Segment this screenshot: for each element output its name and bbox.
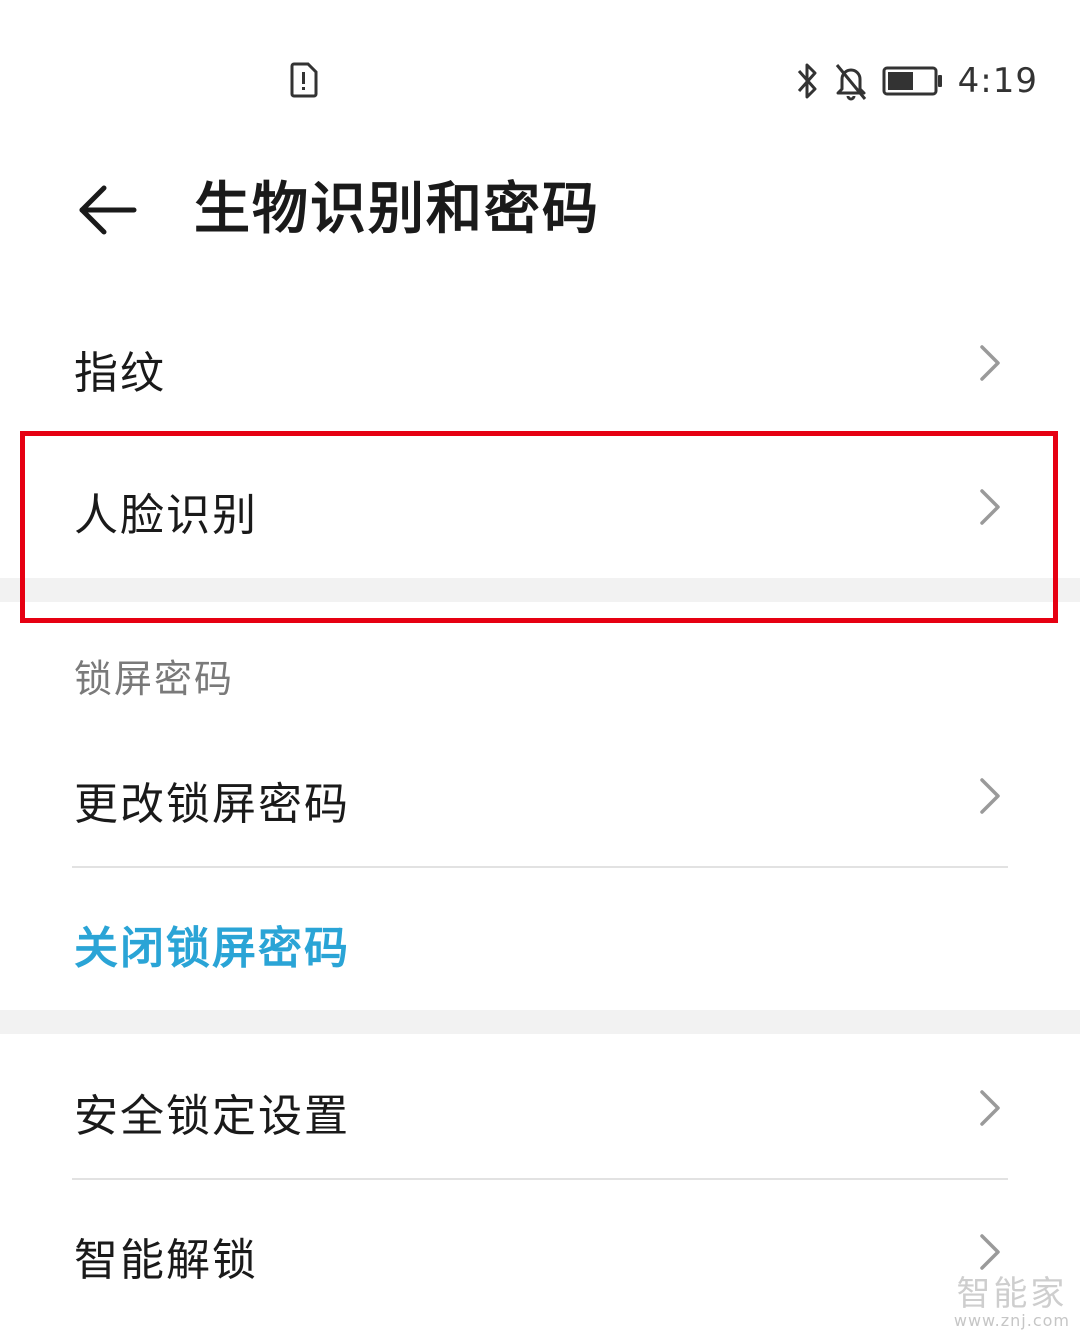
list-item-face-recognition[interactable]: 人脸识别 xyxy=(0,437,1080,577)
list-item-label: 更改锁屏密码 xyxy=(74,779,350,830)
status-icons: 4:19 xyxy=(796,58,1038,104)
sim-alert-icon xyxy=(290,62,318,98)
divider xyxy=(72,866,1008,868)
status-bar: 4:19 xyxy=(0,0,1080,160)
section-gap xyxy=(0,1010,1080,1034)
list-item-security-lock-settings[interactable]: 安全锁定设置 xyxy=(0,1040,1080,1178)
bell-off-icon xyxy=(835,64,866,101)
chevron-right-icon xyxy=(980,1234,1000,1270)
app-header: 生物识别和密码 xyxy=(0,160,1080,270)
list-item-smart-unlock[interactable]: 智能解锁 xyxy=(0,1182,1080,1322)
watermark-text: 智能家 xyxy=(956,1274,1068,1314)
list-item-label: 指纹 xyxy=(74,348,166,399)
arrow-left-icon[interactable] xyxy=(76,184,138,236)
battery-icon xyxy=(882,66,942,96)
chevron-right-icon xyxy=(980,1090,1000,1126)
list-item-fingerprint[interactable]: 指纹 xyxy=(0,295,1080,430)
disable-lock-password-link[interactable]: 关闭锁屏密码 xyxy=(74,912,350,976)
list-item-disable-lock-password[interactable]: 关闭锁屏密码 xyxy=(0,870,1080,1008)
list-item-label: 智能解锁 xyxy=(74,1235,258,1286)
section-gap xyxy=(0,578,1080,602)
watermark: 智能家 www.znj.com xyxy=(954,1276,1070,1330)
page-title: 生物识别和密码 xyxy=(194,177,600,242)
chevron-right-icon xyxy=(980,345,1000,381)
chevron-right-icon xyxy=(980,489,1000,525)
bluetooth-icon xyxy=(797,63,817,99)
list-item-change-lock-password[interactable]: 更改锁屏密码 xyxy=(0,730,1080,866)
chevron-right-icon xyxy=(980,778,1000,814)
screen: 4:19 生物识别和密码 指纹 人脸识别 锁屏密码 更改锁屏密码 关闭锁屏密码 … xyxy=(0,0,1080,1334)
list-item-label: 人脸识别 xyxy=(74,490,258,541)
list-item-label: 安全锁定设置 xyxy=(74,1091,350,1142)
watermark-url: www.znj.com xyxy=(953,1311,1070,1330)
status-time: 4:19 xyxy=(957,61,1038,101)
section-header-lock-screen: 锁屏密码 xyxy=(74,657,235,701)
divider xyxy=(72,1178,1008,1180)
